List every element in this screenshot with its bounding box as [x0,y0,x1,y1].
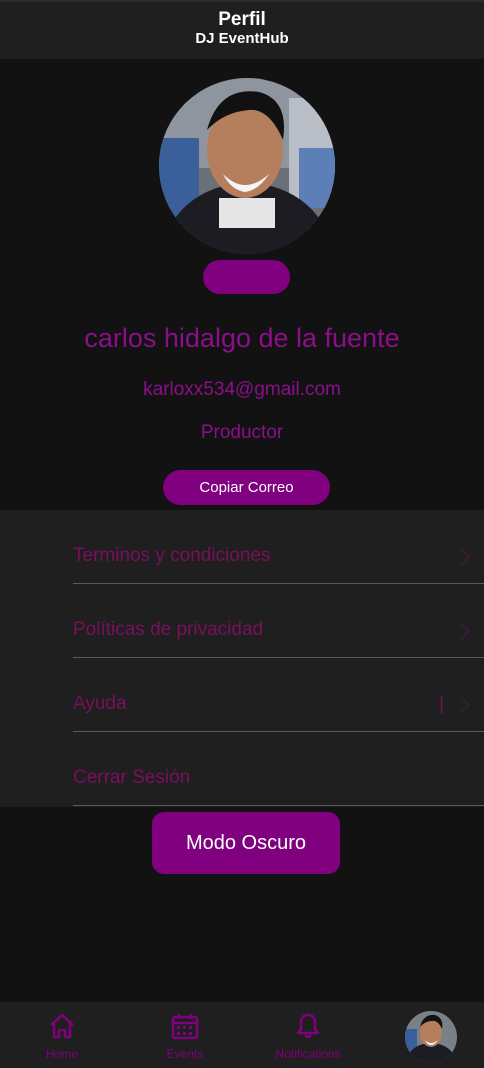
dark-mode-button[interactable]: Modo Oscuro [152,812,340,874]
chevron-right-icon [460,696,471,714]
bottom-navigation: Home Events Notifications [0,1002,484,1068]
settings-menu: Terminos y condiciones Políticas de priv… [0,510,484,807]
menu-item-label: Cerrar Sesión [73,767,191,788]
menu-item-privacy[interactable]: Políticas de privacidad [73,584,484,658]
menu-item-help[interactable]: Ayuda | [73,658,484,732]
copy-email-button[interactable]: Copiar Correo [163,470,330,505]
chevron-right-icon [460,548,471,566]
nav-item-profile[interactable] [405,1011,457,1063]
nav-item-home[interactable]: Home [42,1012,82,1061]
profile-avatar[interactable] [159,78,335,254]
nav-item-notifications[interactable]: Notifications [268,1012,348,1061]
profile-name: carlos hidalgo de la fuente [84,323,400,353]
nav-label: Notifications [275,1047,341,1061]
app-subtitle: DJ EventHub [195,30,289,47]
edit-photo-button[interactable] [203,260,290,294]
home-icon [50,1013,74,1039]
menu-item-label: Terminos y condiciones [73,545,271,566]
menu-item-logout[interactable]: Cerrar Sesión [73,732,484,806]
profile-role: Productor [200,422,284,443]
bell-icon [296,1013,320,1039]
app-header: Perfil DJ EventHub [0,0,484,59]
profile-avatar-icon [405,1011,457,1063]
profile-photo [159,78,335,254]
menu-item-terms[interactable]: Terminos y condiciones [73,510,484,584]
nav-label: Home [45,1047,78,1061]
page-title: Perfil [218,9,266,30]
menu-item-label: Ayuda [73,693,127,714]
menu-separator: | [439,694,444,715]
profile-email: karloxx534@gmail.com [143,379,341,400]
nav-item-events[interactable]: Events [160,1012,210,1061]
chevron-right-icon [460,622,471,640]
calendar-icon [171,1014,199,1040]
menu-item-label: Políticas de privacidad [73,619,264,640]
nav-label: Events [166,1047,204,1061]
